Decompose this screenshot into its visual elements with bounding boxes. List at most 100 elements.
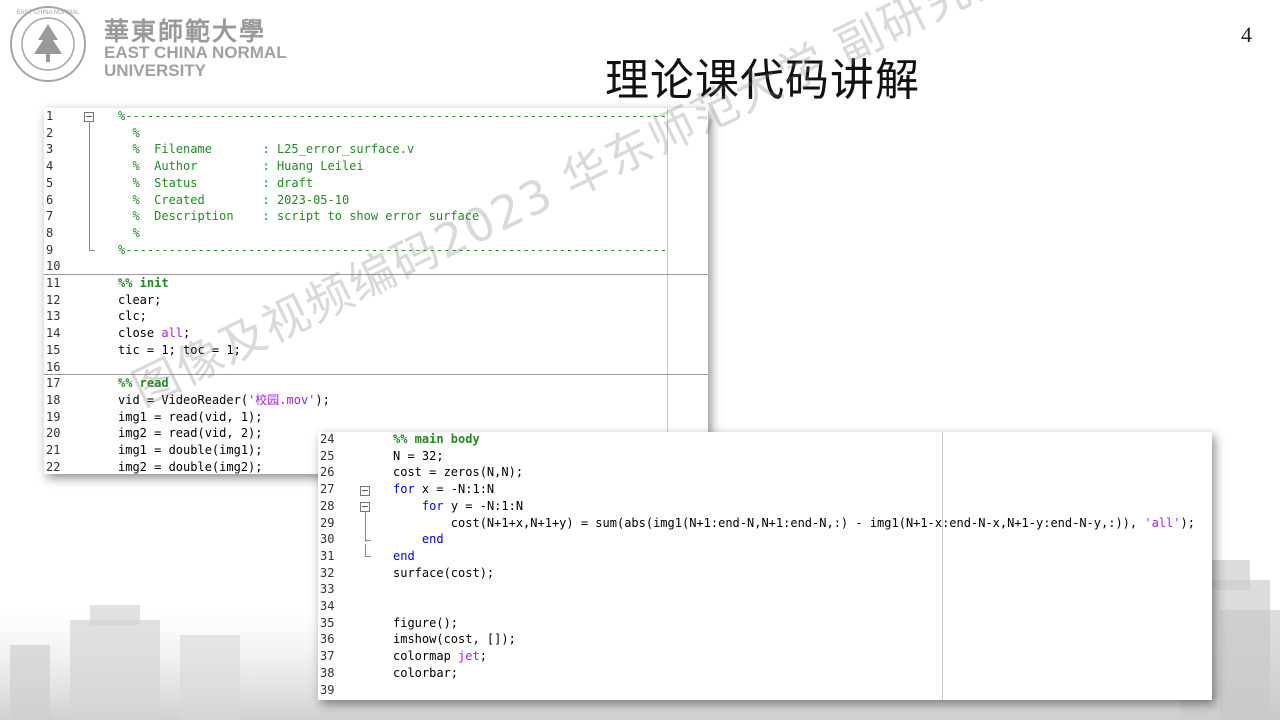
code-line: 33 (318, 581, 1212, 598)
code-text: img2 = read(vid, 2); (118, 426, 263, 441)
line-number: 36 (320, 632, 335, 647)
code-text: end (393, 548, 415, 565)
string-literal: '校园.mov' (248, 392, 316, 407)
line-number: 30 (320, 532, 335, 547)
code-line: 35 figure(); (318, 615, 1212, 632)
line-number: 25 (320, 448, 335, 463)
code-text: cost(N+1+x,N+1+y) = sum(abs(img1(N+1:end… (393, 515, 1195, 530)
code-text: end (393, 531, 444, 548)
code-line: 13 clc; (44, 308, 708, 325)
code-line: 8 % (44, 225, 708, 242)
code-line: 3 % Filename : L25_error_surface.v (44, 141, 708, 158)
code-text: %% read (118, 376, 169, 391)
line-number: 4 (46, 159, 54, 174)
code-line: 6 % Created : 2023-05-10 (44, 192, 708, 209)
string-literal: 'all' (1144, 515, 1181, 530)
line-number: 11 (46, 276, 61, 290)
code-text: % (118, 225, 140, 240)
university-logo: EAST CHINA NORMAL 華東師範大學 EAST CHINA NORM… (8, 4, 308, 84)
code-line: 27 for x = -N:1:N (318, 481, 1212, 498)
line-number: 12 (46, 292, 61, 307)
string-literal: jet (458, 649, 480, 664)
code-text: for y = -N:1:N (421, 498, 524, 513)
code-screenshot-header: 1 %--------------------------------------… (44, 108, 708, 474)
line-number: 6 (46, 192, 54, 207)
line-number: 2 (46, 125, 54, 140)
line-number: 35 (320, 615, 335, 630)
line-number: 21 (46, 443, 61, 457)
line-number: 26 (320, 465, 335, 480)
code-text: clc; (118, 309, 147, 324)
code-line: 1 %--------------------------------------… (44, 108, 708, 125)
line-number: 1 (46, 109, 54, 123)
code-text: surface(cost); (393, 565, 495, 580)
keyword: end (393, 548, 415, 563)
line-number: 39 (320, 682, 335, 697)
code-text: img1 = double(img1); (118, 443, 263, 457)
line-number: 27 (320, 482, 335, 497)
line-number: 32 (320, 565, 335, 580)
logo-english-line1: EAST CHINA NORMAL (104, 43, 287, 62)
code-text: %---------------------------------------… (118, 109, 668, 123)
code-line: 26 cost = zeros(N,N); (318, 464, 1212, 481)
code-line: 18 vid = VideoReader('校园.mov'); (44, 392, 708, 409)
code-text: figure(); (393, 615, 459, 630)
line-number: 9 (46, 242, 54, 257)
line-number: 24 (320, 432, 335, 446)
code-text: img1 = read(vid, 1); (118, 409, 263, 424)
code-text: % Created : 2023-05-10 (118, 192, 350, 207)
code-line: 34 (318, 598, 1212, 615)
keyword: for (393, 482, 415, 497)
code-text: % Author : Huang Leilei (118, 159, 364, 174)
line-number: 16 (46, 359, 61, 374)
svg-text:EAST CHINA NORMAL: EAST CHINA NORMAL (17, 10, 81, 16)
line-number: 8 (46, 225, 54, 240)
code-text: tic = 1; toc = 1; (118, 342, 241, 357)
line-number: 5 (46, 175, 54, 190)
line-number: 33 (320, 582, 335, 597)
code-text: img2 = double(img2); (118, 459, 263, 474)
line-number: 13 (46, 309, 61, 324)
slide-title: 理论课代码讲解 (605, 55, 920, 106)
code-line: 30 end (318, 531, 1212, 548)
code-line: 9 %--------------------------------------… (44, 242, 708, 259)
line-number: 3 (46, 142, 54, 157)
code-text: imshow(cost, []); (393, 632, 516, 647)
code-line: 32 surface(cost); (318, 565, 1212, 582)
page-number: 4 (1241, 22, 1252, 47)
line-number: 22 (46, 459, 61, 474)
code-text: %---------------------------------------… (118, 242, 668, 257)
line-number: 34 (320, 599, 335, 613)
line-number: 37 (320, 649, 335, 664)
logo-english-line2: UNIVERSITY (104, 61, 207, 80)
code-line: 14 close all; (44, 325, 708, 342)
code-line: 15 tic = 1; toc = 1; (44, 342, 708, 359)
code-line: 12 clear; (44, 292, 708, 309)
code-line: 19 img1 = read(vid, 1); (44, 409, 708, 426)
line-number: 28 (320, 498, 335, 513)
line-number: 18 (46, 392, 61, 407)
code-text: close all; (118, 326, 191, 341)
code-line: 2 % (44, 125, 708, 142)
code-text: %% main body (393, 432, 480, 446)
line-number: 20 (46, 426, 61, 441)
code-text: for x = -N:1:N (393, 482, 495, 497)
line-number: 14 (46, 326, 61, 341)
code-line: 4 % Author : Huang Leilei (44, 158, 708, 175)
code-line: 5 % Status : draft (44, 175, 708, 192)
line-number: 17 (46, 376, 61, 391)
code-line: 11 %% init (44, 275, 708, 292)
code-line: 28 for y = -N:1:N (318, 498, 1212, 515)
code-line: 10 (44, 258, 708, 275)
code-line: 24 %% main body (318, 432, 1212, 448)
code-text: % Description : script to show error sur… (118, 209, 480, 224)
code-line: 7 % Description : script to show error s… (44, 208, 708, 225)
string-literal: all (161, 326, 184, 341)
line-number: 15 (46, 342, 61, 357)
line-number: 31 (320, 548, 335, 563)
code-line: 29 cost(N+1+x,N+1+y) = sum(abs(img1(N+1:… (318, 515, 1212, 532)
keyword: end (421, 532, 444, 547)
line-number: 38 (320, 665, 335, 680)
code-screenshot-main-body: 24 %% main body 25 N = 32; 26 cost = zeros(N,… (318, 432, 1212, 700)
code-text: clear; (118, 292, 162, 307)
